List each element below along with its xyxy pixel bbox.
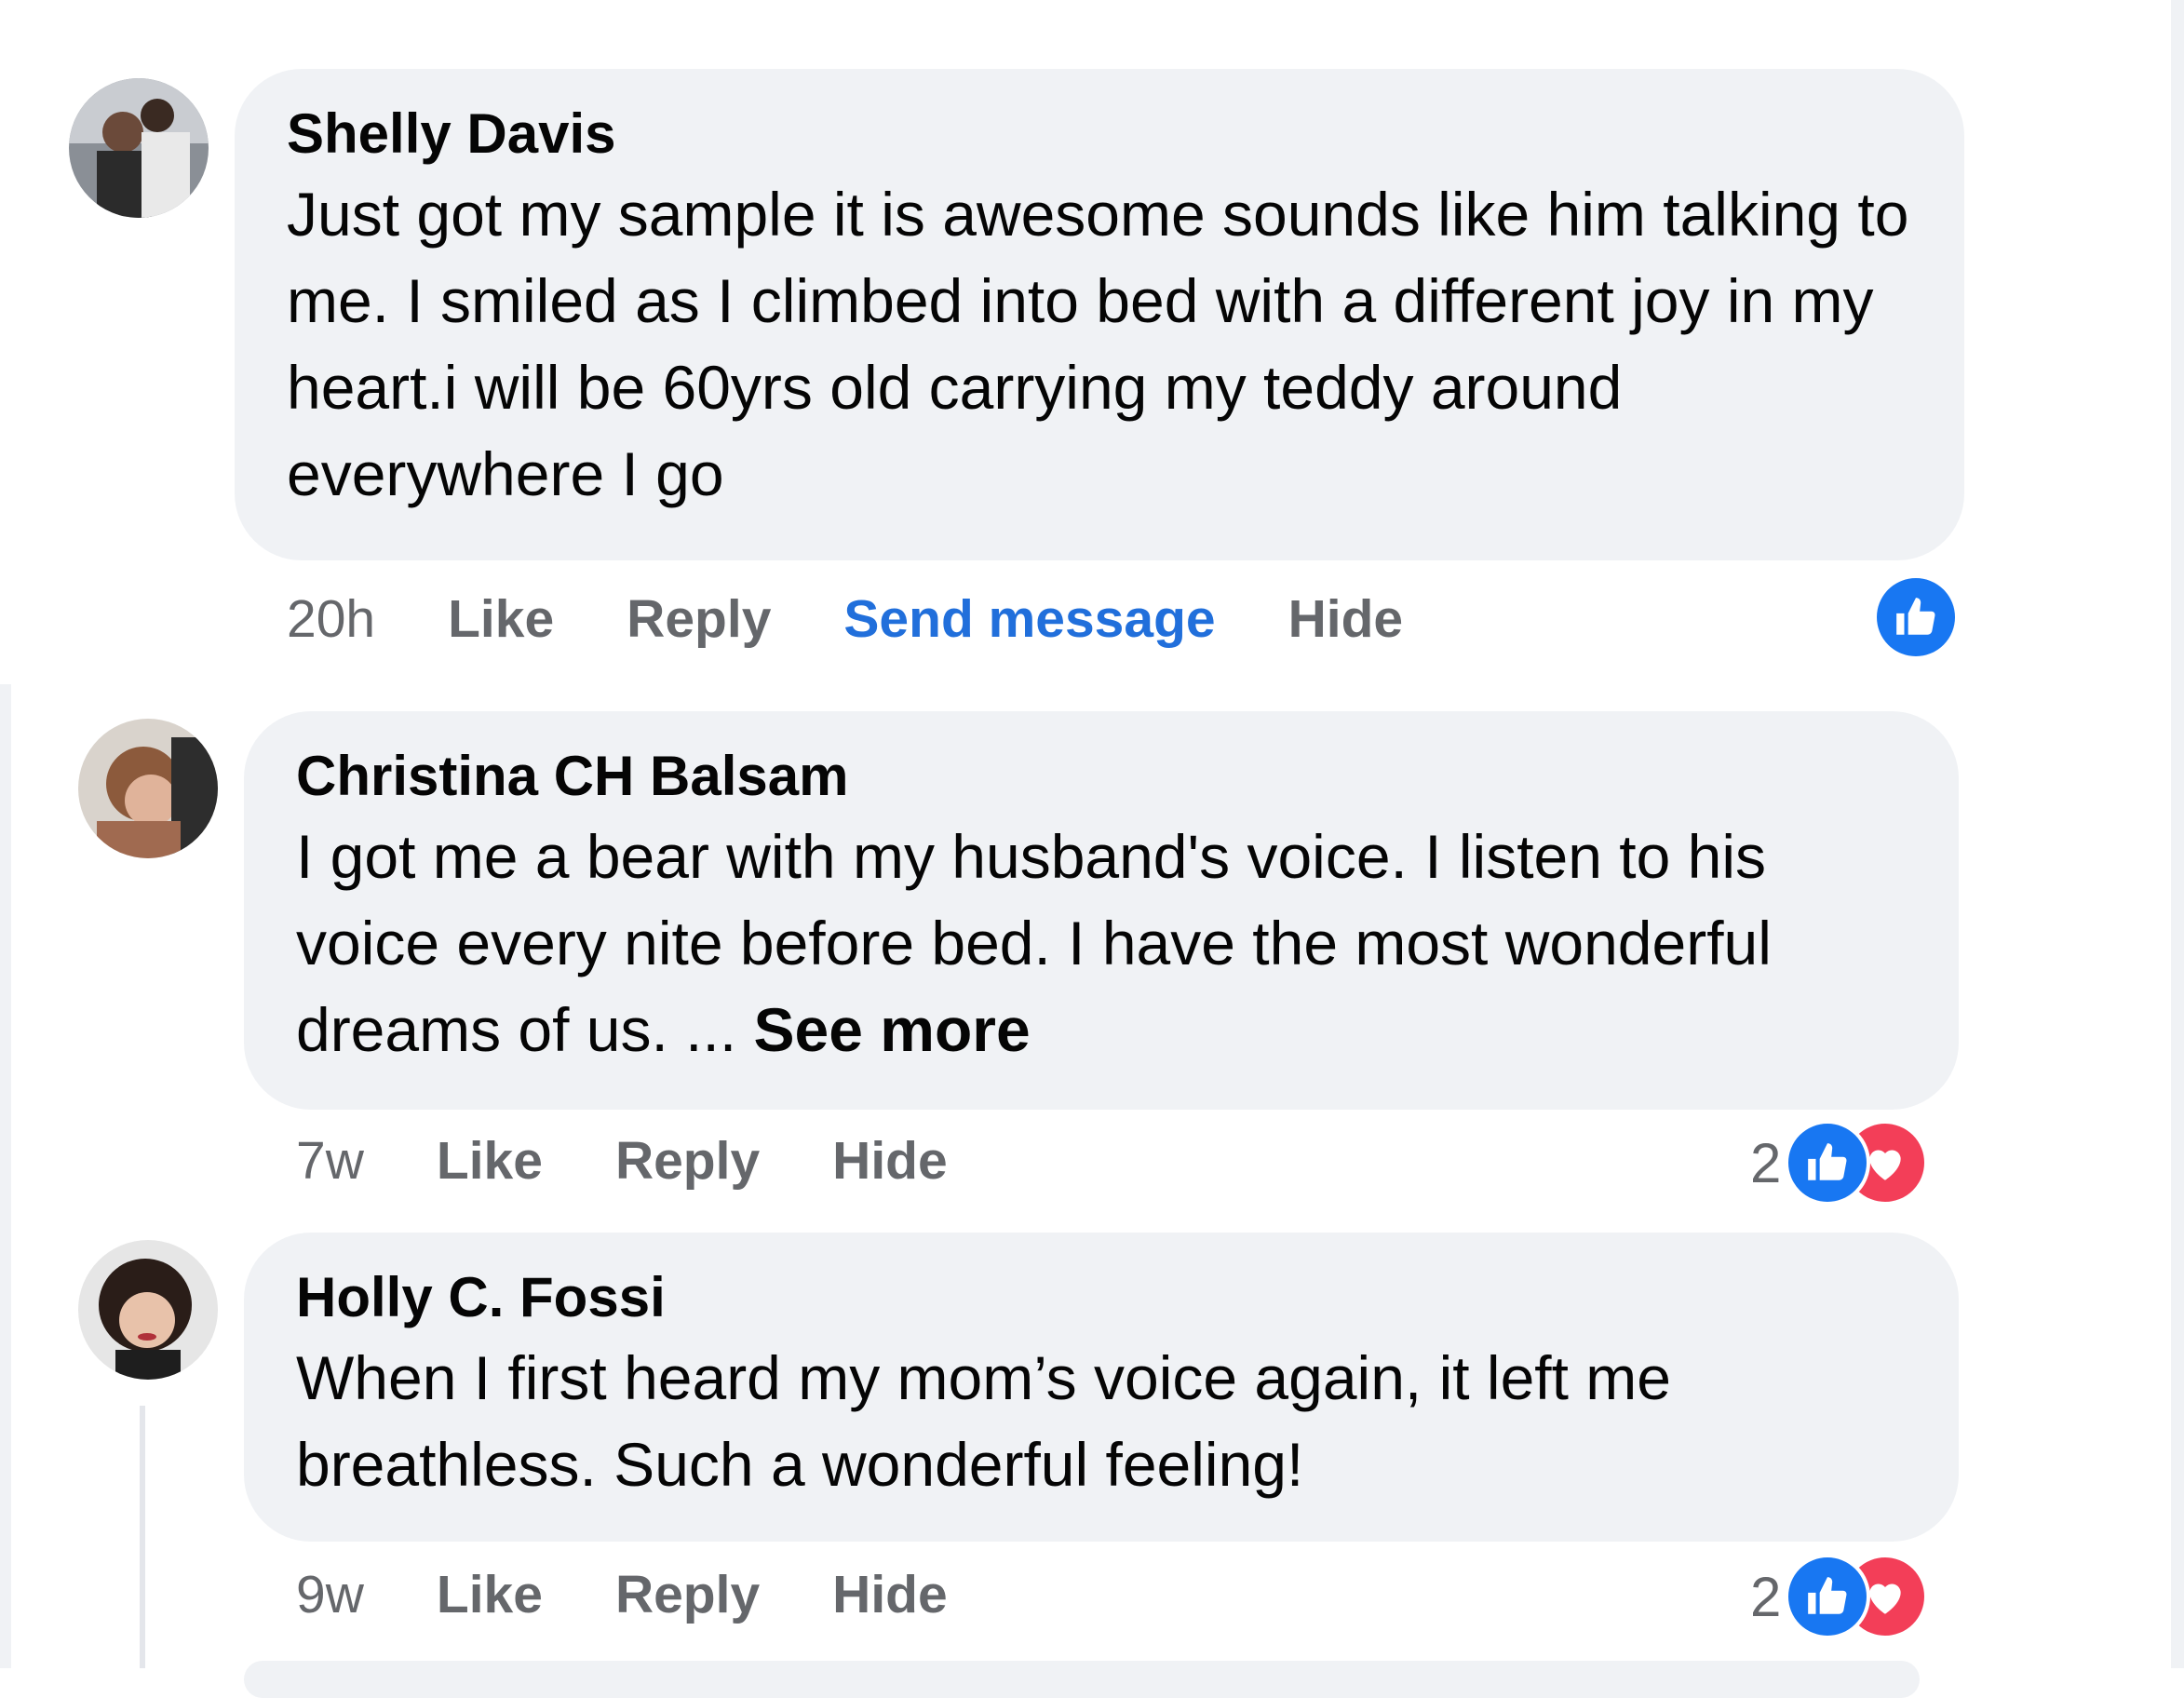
like-button[interactable]: Like xyxy=(437,1130,543,1192)
avatar[interactable] xyxy=(69,78,209,218)
next-comment-bubble xyxy=(244,1661,1920,1698)
comment-actions: 20h Like Reply Send message Hide xyxy=(287,586,1476,652)
thread-line xyxy=(140,1406,145,1668)
reaction-summary[interactable]: 2 xyxy=(1750,1554,1929,1639)
avatar[interactable] xyxy=(78,719,218,858)
reaction-count: 2 xyxy=(1750,1565,1782,1628)
hide-button[interactable]: Hide xyxy=(832,1564,948,1625)
reply-button[interactable]: Reply xyxy=(615,1130,760,1192)
reaction-summary[interactable] xyxy=(1873,574,1959,660)
like-button[interactable]: Like xyxy=(448,588,554,650)
comment-timestamp[interactable]: 9w xyxy=(296,1564,364,1625)
comment-author[interactable]: Christina CH Balsam xyxy=(296,743,1907,810)
comment-actions: 7w Like Reply Hide xyxy=(296,1128,1020,1193)
comment-timestamp[interactable]: 20h xyxy=(287,588,375,650)
reply-button[interactable]: Reply xyxy=(627,588,771,650)
comment-bubble: Christina CH Balsam I got me a bear with… xyxy=(244,711,1959,1110)
scrollbar-track[interactable] xyxy=(2171,0,2184,1668)
like-icon xyxy=(1873,574,1959,660)
comment-text-body: I got me a bear with my husband's voice.… xyxy=(296,822,1772,1064)
see-more-link[interactable]: See more xyxy=(754,995,1031,1064)
comment-text: I got me a bear with my husband's voice.… xyxy=(296,814,1907,1073)
like-icon xyxy=(1785,1554,1871,1639)
comment-actions: 9w Like Reply Hide xyxy=(296,1562,1020,1627)
comment-text: Just got my sample it is awesome sounds … xyxy=(287,180,1909,508)
send-message-button[interactable]: Send message xyxy=(843,588,1215,650)
reply-button[interactable]: Reply xyxy=(615,1564,760,1625)
comment-author[interactable]: Holly C. Fossi xyxy=(296,1264,1907,1331)
reaction-summary[interactable]: 2 xyxy=(1750,1120,1929,1206)
comment-author[interactable]: Shelly Davis xyxy=(287,101,1912,168)
page-edge-left xyxy=(0,684,11,1668)
like-icon xyxy=(1785,1120,1871,1206)
comment-text: When I first heard my mom’s voice again,… xyxy=(296,1343,1671,1499)
comment-bubble: Shelly Davis Just got my sample it is aw… xyxy=(235,69,1964,560)
hide-button[interactable]: Hide xyxy=(832,1130,948,1192)
comment-bubble: Holly C. Fossi When I first heard my mom… xyxy=(244,1233,1959,1542)
avatar[interactable] xyxy=(78,1240,218,1380)
like-button[interactable]: Like xyxy=(437,1564,543,1625)
reaction-count: 2 xyxy=(1750,1131,1782,1194)
comment-timestamp[interactable]: 7w xyxy=(296,1130,364,1192)
hide-button[interactable]: Hide xyxy=(1288,588,1404,650)
